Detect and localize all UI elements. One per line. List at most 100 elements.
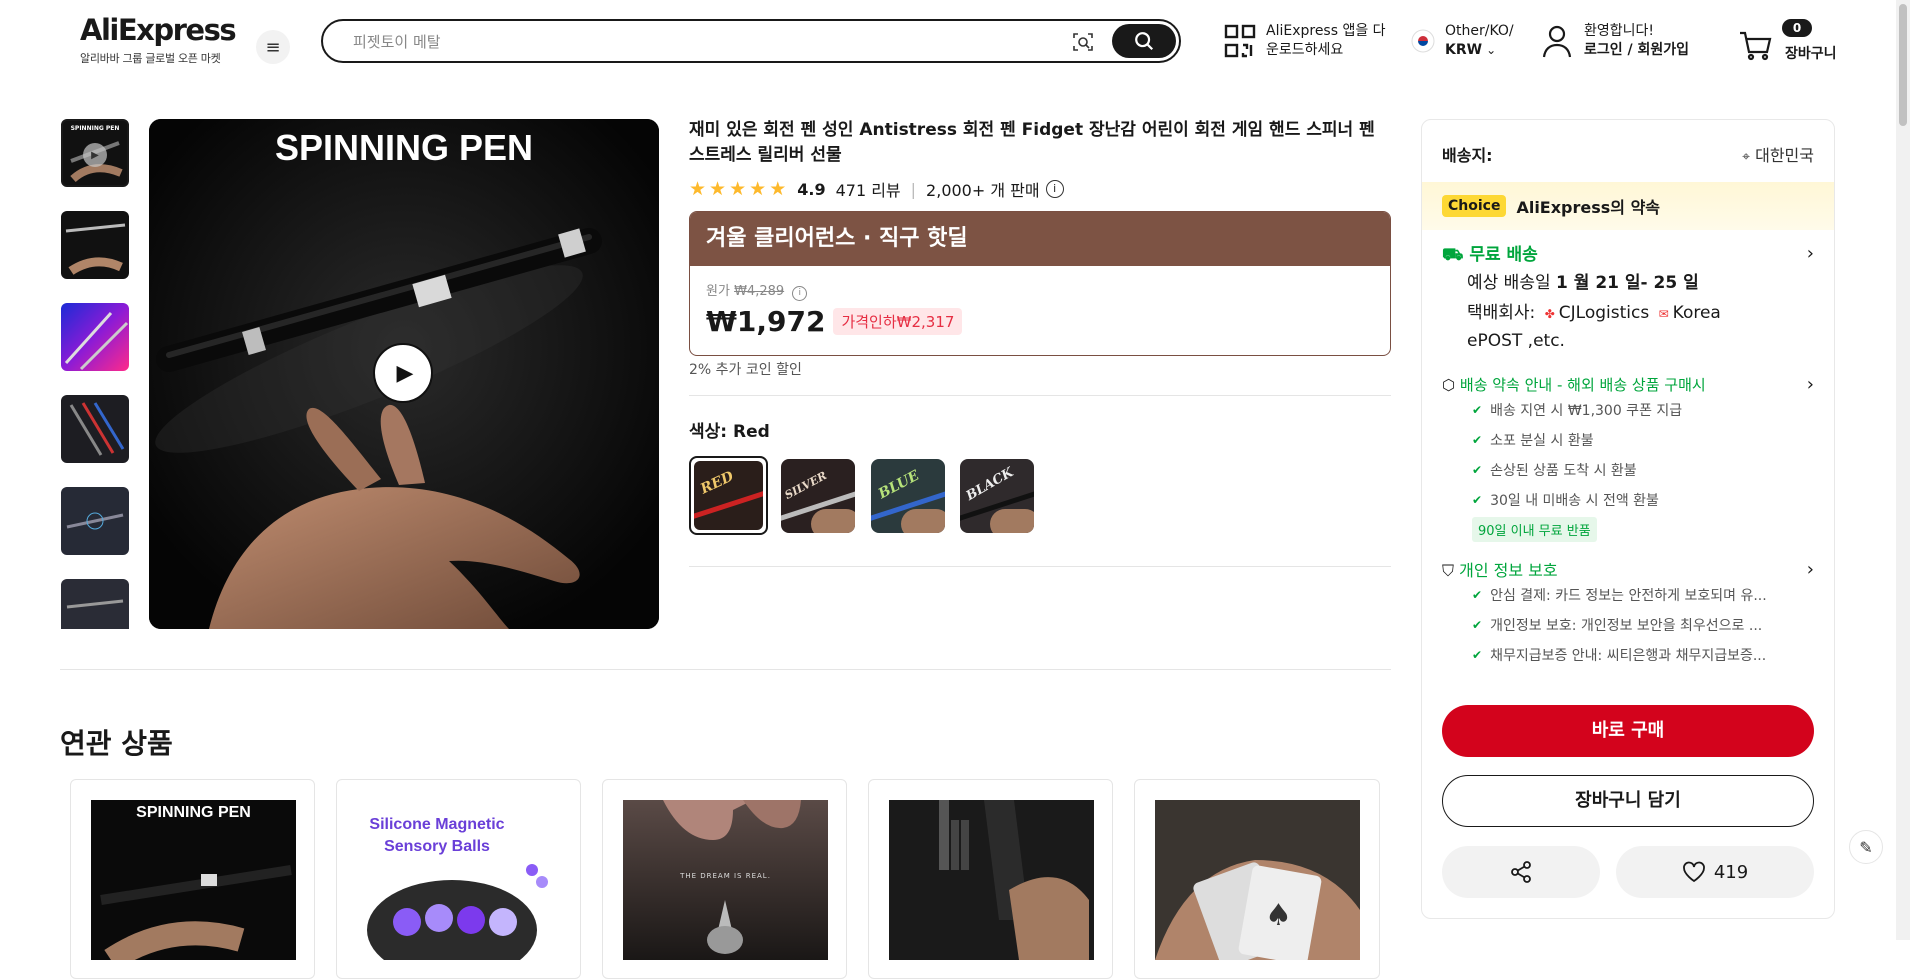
hamburger-icon: ≡ — [265, 36, 281, 58]
original-price-label: 원가 — [706, 284, 730, 299]
gallery-thumb-1[interactable]: SPINNING PEN ▶ — [61, 119, 129, 187]
related-caption: SPINNING PEN — [136, 804, 251, 821]
check-icon: ✔ — [1472, 648, 1483, 662]
color-swatch-silver[interactable]: SILVER — [781, 459, 855, 533]
promise-item: 소포 분실 시 환불 — [1490, 433, 1594, 449]
choice-badge: Choice — [1442, 195, 1507, 217]
rating-row: ★ ★ ★ ★ ★ 4.9 471 리뷰 | 2,000+ 개 판매 i — [689, 177, 1064, 201]
related-product-card[interactable]: ♠ — [1134, 779, 1380, 979]
related-product-card[interactable]: Silicone Magnetic Sensory Balls — [336, 779, 581, 979]
search-bar — [321, 19, 1181, 63]
delivery-promise-section[interactable]: ⬡ 배송 약속 안내 - 해외 배송 상품 구매시 › ✔ 배송 지연 시 ₩1,… — [1422, 355, 1834, 542]
image-search-icon[interactable] — [1071, 30, 1095, 54]
page-scrollbar[interactable] — [1896, 0, 1910, 940]
courier-cj: CJLogistics — [1558, 303, 1650, 323]
product-title: 재미 있은 회전 펜 성인 Antistress 회전 펜 Fidget 장난감… — [689, 120, 1375, 165]
promise-item: 손상된 상품 도착 시 환불 — [1490, 463, 1637, 479]
welcome-text: 환영합니다! — [1584, 23, 1655, 39]
privacy-item: 채무지급보증 안내: 씨티은행과 채무지급보증... — [1490, 648, 1767, 664]
star-icon: ★ — [689, 178, 707, 200]
related-product-card[interactable]: THE DREAM IS REAL. — [602, 779, 847, 979]
category-menu-button[interactable]: ≡ — [256, 30, 290, 64]
check-icon: ✔ — [1472, 403, 1483, 417]
info-icon[interactable]: i — [1045, 180, 1064, 198]
courier-label: 택배회사: — [1467, 303, 1536, 323]
privacy-title: 개인 정보 보호 — [1459, 561, 1558, 580]
check-icon: ✔ — [1472, 463, 1483, 477]
courier-epost: ePOST ,etc. — [1467, 331, 1565, 351]
related-caption: Silicone Magnetic — [369, 816, 505, 833]
related-caption: THE DREAM IS REAL. — [680, 872, 771, 880]
truck-icon: ⛟ — [1442, 244, 1464, 265]
product-main-image[interactable]: SPINNING PEN ▶ — [149, 119, 659, 629]
check-icon: ✔ — [1472, 618, 1483, 632]
check-icon: ✔ — [1472, 493, 1483, 507]
currency-label: KRW — [1445, 42, 1483, 58]
locale-line1: Other/KO/ — [1445, 23, 1514, 39]
choice-banner: Choice AliExpress의 약속 — [1422, 182, 1834, 230]
swatch-label: SILVER — [782, 469, 829, 502]
rating-value: 4.9 — [797, 179, 826, 199]
related-product-card[interactable] — [868, 779, 1113, 979]
scrollbar-thumb[interactable] — [1899, 4, 1907, 126]
delivery-promise-title: 배송 약속 안내 - 해외 배송 상품 구매시 — [1459, 375, 1706, 394]
swatch-label: BLUE — [875, 467, 922, 503]
logo-text: AliExpress — [80, 13, 237, 47]
promise-item: 배송 지연 시 ₩1,300 쿠폰 지급 — [1490, 403, 1683, 419]
free-shipping-label: 무료 배송 — [1469, 244, 1538, 265]
gallery-thumb-4[interactable] — [61, 395, 129, 463]
choice-promise-text: AliExpress의 약속 — [1516, 198, 1661, 217]
box-icon: ⬡ — [1442, 375, 1456, 394]
chevron-right-icon: › — [1806, 242, 1814, 264]
info-icon[interactable]: i — [792, 286, 808, 301]
korea-flag-icon — [1411, 29, 1435, 53]
search-input[interactable] — [351, 29, 1055, 55]
color-swatch-black[interactable]: BLACK — [960, 459, 1034, 533]
main-image-caption: SPINNING PEN — [274, 127, 534, 168]
color-swatch-blue[interactable]: BLUE — [871, 459, 945, 533]
search-icon — [1135, 32, 1154, 51]
related-product-card[interactable]: SPINNING PEN — [70, 779, 315, 979]
cart-count-badge: 0 — [1782, 19, 1812, 37]
ship-to-row[interactable]: 배송지: ⌖ 대한민국 — [1422, 120, 1834, 182]
color-swatch-red[interactable]: RED — [689, 456, 768, 535]
chevron-down-icon: ⌄ — [1486, 43, 1497, 57]
wishlist-button[interactable]: 419 — [1616, 846, 1814, 898]
buy-now-button[interactable]: 바로 구매 — [1442, 705, 1814, 757]
locale-currency-selector[interactable]: Other/KO/ KRW ⌄ — [1411, 22, 1514, 60]
feedback-button[interactable]: ✎ — [1849, 830, 1883, 864]
edit-pencil-icon: ✎ — [1859, 837, 1873, 857]
privacy-section[interactable]: ⛉ 개인 정보 보호 › ✔ 안심 결제: 카드 정보는 안전하게 보호되며 유.… — [1422, 542, 1834, 670]
share-button[interactable] — [1442, 846, 1600, 898]
gallery-thumb-2[interactable] — [61, 211, 129, 279]
heart-icon — [1682, 861, 1705, 883]
video-play-icon: ▶ — [83, 143, 107, 167]
discount-badge: 가격인하₩2,317 — [833, 308, 963, 335]
search-button[interactable] — [1112, 24, 1176, 58]
divider — [689, 566, 1391, 567]
gallery-thumb-5[interactable] — [61, 487, 129, 555]
star-icon: ★ — [749, 178, 767, 200]
user-icon — [1542, 25, 1572, 58]
review-count-link[interactable]: 471 리뷰 — [836, 177, 901, 201]
shield-icon: ⛉ — [1442, 561, 1455, 580]
cj-logo-icon: ✤ — [1544, 307, 1555, 321]
account-login-link[interactable]: 환영합니다! 로그인 / 회원가입 — [1542, 22, 1689, 60]
shipping-section[interactable]: ⛟ 무료 배송 › 예상 배송일 1 월 21 일- 25 일 택배회사: ✤ C… — [1422, 230, 1834, 355]
video-play-button[interactable]: ▶ — [373, 343, 433, 403]
ship-to-country: 대한민국 — [1755, 146, 1814, 165]
gallery-thumb-6[interactable] — [61, 579, 129, 629]
gallery-thumb-3[interactable] — [61, 303, 129, 371]
color-label: 색상: — [689, 422, 728, 442]
courier-korea: Korea — [1672, 303, 1721, 323]
download-app-link[interactable]: AliExpress 앱을 다 운로드하세요 — [1224, 22, 1386, 60]
cart-icon — [1740, 31, 1772, 60]
add-to-cart-button[interactable]: 장바구니 담기 — [1442, 775, 1814, 827]
cart-label: 장바구니 — [1785, 46, 1837, 62]
aliexpress-logo[interactable]: AliExpress 알리바바 그룹 글로벌 오픈 마켓 — [80, 13, 237, 66]
selected-color-value: Red — [733, 422, 770, 442]
purchase-panel: 배송지: ⌖ 대한민국 Choice AliExpress의 약속 ⛟ 무료 배… — [1421, 119, 1835, 919]
ship-to-label: 배송지: — [1442, 146, 1493, 165]
chevron-right-icon: › — [1806, 558, 1814, 580]
epost-logo-icon: ✉ — [1658, 307, 1669, 321]
